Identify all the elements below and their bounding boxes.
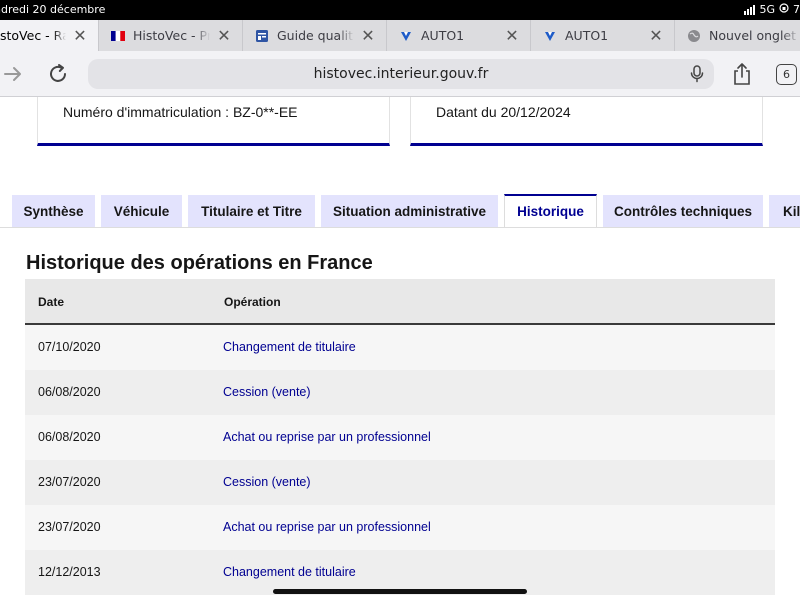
globe-icon (687, 29, 701, 43)
row-date: 07/10/2020 (38, 340, 101, 354)
tab-title: HistoVec - Propr (133, 28, 210, 43)
browser-toolbar: histovec.interieur.gouv.fr 6 (0, 51, 800, 97)
row-date: 23/07/2020 (38, 475, 101, 489)
row-operation: Cession (vente) (223, 385, 311, 399)
table-row: 23/07/2020 Cession (vente) (25, 460, 775, 505)
close-icon[interactable]: ✕ (360, 27, 376, 44)
tab-controles-techniques[interactable]: Contrôles techniques (603, 195, 763, 227)
browser-tab-1[interactable]: stoVec - Rapp ✕ (0, 20, 99, 51)
tab-title: AUTO1 (421, 28, 465, 43)
status-time: ndredi 20 décembre (0, 3, 106, 16)
browser-tab-2[interactable]: HistoVec - Propr ✕ (99, 20, 243, 51)
tab-title: Nouvel onglet (709, 28, 797, 43)
close-icon[interactable]: ✕ (216, 27, 232, 44)
address-bar[interactable]: histovec.interieur.gouv.fr (88, 59, 714, 89)
browser-tab-3[interactable]: Guide qualité - C ✕ (243, 20, 387, 51)
tab-title: AUTO1 (565, 28, 609, 43)
share-button[interactable] (730, 61, 754, 87)
signal-icon (744, 4, 756, 15)
tab-count-button[interactable]: 6 (776, 64, 797, 85)
registration-number: Numéro d'immatriculation : BZ-0**-EE (63, 104, 298, 120)
close-icon[interactable]: ✕ (504, 27, 520, 44)
orientation-lock-icon (779, 3, 789, 16)
battery-label: 7 (793, 3, 800, 16)
report-date: Datant du 20/12/2024 (436, 104, 571, 120)
table-row: 06/08/2020 Cession (vente) (25, 370, 775, 415)
table-row: 23/07/2020 Achat ou reprise par un profe… (25, 505, 775, 550)
tab-title: stoVec - Rapp (0, 28, 66, 43)
reload-icon (50, 64, 66, 82)
row-date: 06/08/2020 (38, 385, 101, 399)
url-text: histovec.interieur.gouv.fr (313, 66, 489, 82)
column-header-date: Date (38, 295, 65, 309)
report-date-card: Datant du 20/12/2024 (410, 97, 763, 146)
close-icon[interactable]: ✕ (72, 27, 88, 44)
row-operation: Changement de titulaire (223, 565, 356, 579)
row-date: 23/07/2020 (38, 520, 101, 534)
tab-vehicule[interactable]: Véhicule (101, 195, 182, 227)
close-icon[interactable]: ✕ (648, 27, 664, 44)
forward-button[interactable] (2, 63, 24, 85)
registration-card: Numéro d'immatriculation : BZ-0**-EE (37, 97, 390, 146)
row-operation: Changement de titulaire (223, 340, 356, 354)
browser-tab-4[interactable]: AUTO1 ✕ (387, 20, 531, 51)
french-flag-icon (111, 29, 125, 43)
page-content: Numéro d'immatriculation : BZ-0**-EE Dat… (0, 97, 800, 600)
row-operation: Cession (vente) (223, 475, 311, 489)
browser-tab-5[interactable]: AUTO1 ✕ (531, 20, 675, 51)
status-bar: ndredi 20 décembre 5G 7 (0, 0, 800, 20)
column-header-operation: Opération (224, 295, 281, 309)
tab-historique[interactable]: Historique (504, 194, 597, 227)
row-date: 06/08/2020 (38, 430, 101, 444)
row-date: 12/12/2013 (38, 565, 101, 579)
auto1-icon (543, 29, 557, 43)
row-operation: Achat ou reprise par un professionnel (223, 430, 431, 444)
tab-synthese[interactable]: Synthèse (12, 195, 95, 227)
history-table: Date Opération 07/10/2020 Changement de … (25, 279, 775, 595)
reload-button[interactable] (46, 62, 70, 86)
tab-situation-administrative[interactable]: Situation administrative (321, 195, 498, 227)
table-header: Date Opération (25, 279, 775, 325)
browser-tab-6[interactable]: Nouvel onglet (675, 20, 800, 51)
browser-tab-strip: stoVec - Rapp ✕ HistoVec - Propr ✕ Guide… (0, 20, 800, 51)
table-row: 07/10/2020 Changement de titulaire (25, 325, 775, 370)
section-title: Historique des opérations en France (26, 252, 373, 274)
tab-titulaire-titre[interactable]: Titulaire et Titre (188, 195, 315, 227)
tab-kilometrage[interactable]: Kil (769, 195, 800, 227)
microphone-icon[interactable] (690, 65, 704, 87)
doc-icon (255, 29, 269, 43)
report-tabs: Synthèse Véhicule Titulaire et Titre Sit… (0, 194, 800, 227)
row-operation: Achat ou reprise par un professionnel (223, 520, 431, 534)
status-indicators: 5G 7 (744, 3, 800, 16)
tab-title: Guide qualité - C (277, 28, 354, 43)
share-icon (734, 63, 750, 85)
network-label: 5G (759, 3, 775, 16)
table-row: 06/08/2020 Achat ou reprise par un profe… (25, 415, 775, 460)
arrow-right-icon (4, 67, 21, 81)
home-indicator[interactable] (273, 589, 527, 594)
auto1-icon (399, 29, 413, 43)
